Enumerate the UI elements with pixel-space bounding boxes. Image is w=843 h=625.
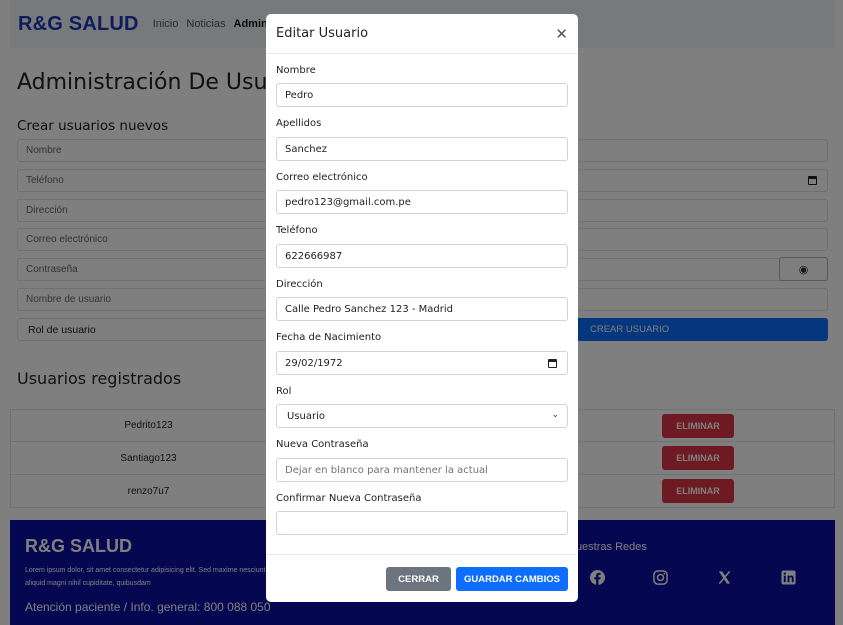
rol-label: Rol [276,386,292,397]
save-changes-button[interactable]: GUARDAR CAMBIOS [456,567,568,591]
fecha-label: Fecha de Nacimiento [276,332,382,343]
nueva-contrasena-label: Nueva Contraseña [276,439,369,450]
rol-selected-value: Usuario [287,410,326,422]
close-button[interactable]: CERRAR [386,567,451,591]
fecha-input[interactable]: 29/02/1972 [276,351,568,375]
calendar-icon[interactable] [548,359,557,368]
close-icon[interactable]: ✕ [555,25,568,43]
modal-header: Editar Usuario ✕ [266,14,578,54]
confirmar-contrasena-label: Confirmar Nueva Contraseña [276,493,422,504]
nueva-contrasena-placeholder: Dejar en blanco para mantener la actual [285,464,488,476]
fecha-value: 29/02/1972 [285,357,343,369]
direccion-input[interactable]: Calle Pedro Sanchez 123 - Madrid [276,297,568,321]
direccion-label: Dirección [276,279,323,290]
modal-title: Editar Usuario [276,26,369,41]
correo-label: Correo electrónico [276,172,368,183]
apellidos-label: Apellidos [276,118,322,129]
confirmar-contrasena-input[interactable] [276,511,568,535]
nueva-contrasena-input[interactable]: Dejar en blanco para mantener la actual [276,458,568,482]
nombre-input[interactable]: Pedro [276,83,568,107]
correo-input[interactable]: pedro123@gmail.com.pe [276,190,568,214]
telefono-input[interactable]: 622666987 [276,244,568,268]
rol-select[interactable]: Usuario ⌄ [276,404,568,428]
chevron-down-icon: ⌄ [551,410,559,420]
apellidos-input[interactable]: Sanchez [276,137,568,161]
modal-footer: CERRAR GUARDAR CAMBIOS [266,554,578,602]
edit-user-modal: Editar Usuario ✕ Nombre Pedro Apellidos … [266,14,578,602]
telefono-label: Teléfono [276,225,318,236]
nombre-label: Nombre [276,65,316,76]
